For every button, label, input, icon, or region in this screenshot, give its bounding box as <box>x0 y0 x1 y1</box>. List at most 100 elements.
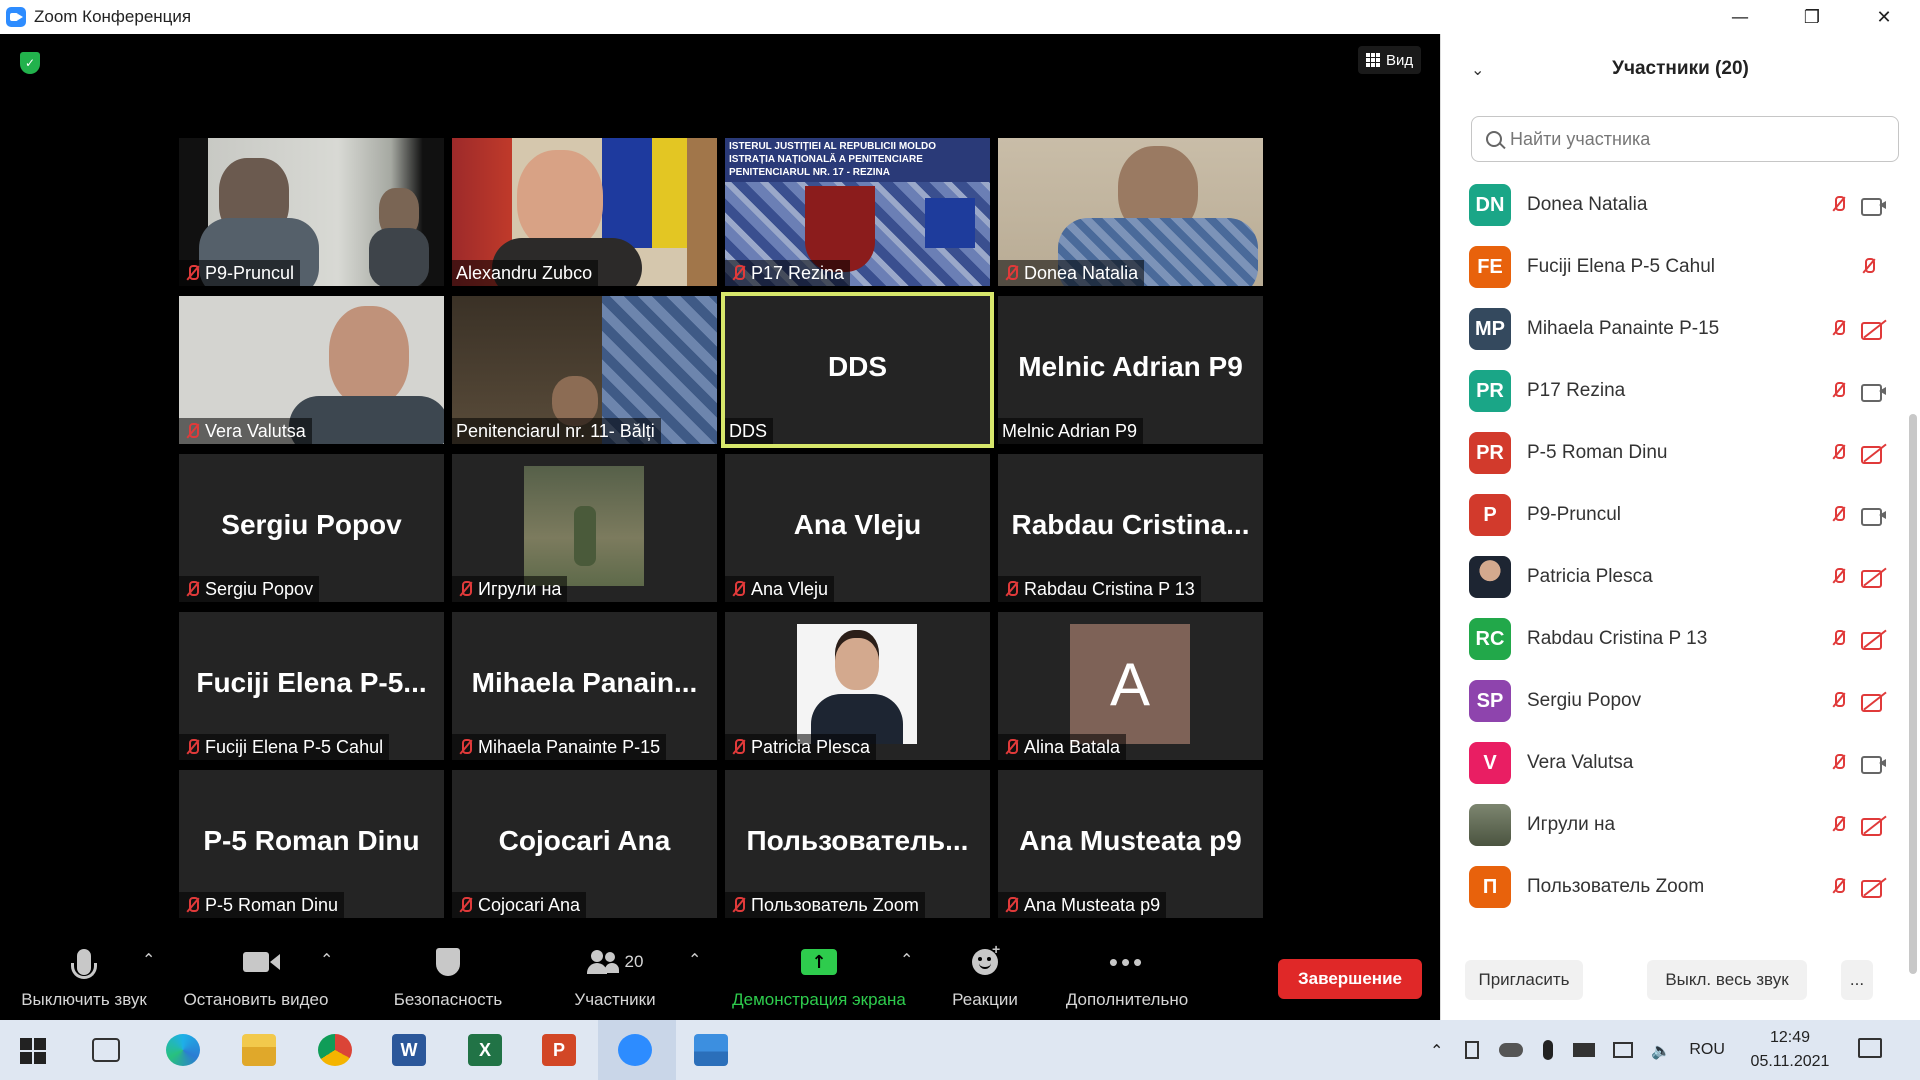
mic-muted-icon[interactable] <box>1829 380 1847 400</box>
stop-video-button[interactable]: Остановить видео <box>176 940 336 1010</box>
file-explorer-icon[interactable] <box>242 1034 276 1066</box>
video-off-icon[interactable] <box>1861 816 1887 836</box>
video-tile-melnic-adrian[interactable]: Melnic Adrian P9 Melnic Adrian P9 <box>998 296 1263 444</box>
end-meeting-button[interactable]: Завершение <box>1278 959 1422 999</box>
language-indicator[interactable]: ROU <box>1689 1041 1725 1059</box>
mic-muted-icon[interactable] <box>1829 194 1847 214</box>
mic-muted-icon[interactable] <box>1829 814 1847 834</box>
video-tile-zoom-user[interactable]: Пользователь... Пользователь Zoom <box>725 770 990 918</box>
video-off-icon[interactable] <box>1861 444 1887 464</box>
mic-muted-icon[interactable] <box>1829 752 1847 772</box>
video-camera-icon[interactable] <box>1861 506 1887 526</box>
video-off-icon[interactable] <box>1861 320 1887 340</box>
video-tile-sergiu-popov[interactable]: Sergiu Popov Sergiu Popov <box>179 454 444 602</box>
mic-muted-icon[interactable] <box>1829 628 1847 648</box>
participant-row[interactable]: Игрули на <box>1441 794 1901 856</box>
mic-muted-icon[interactable] <box>1829 318 1847 338</box>
participant-search-input[interactable] <box>1510 128 1870 150</box>
participant-row[interactable]: PR P17 Rezina <box>1441 360 1901 422</box>
window-controls: — ❐ ✕ <box>1704 0 1920 34</box>
photos-app-icon[interactable] <box>694 1034 728 1066</box>
notifications-icon[interactable] <box>1858 1038 1882 1058</box>
panel-more-button[interactable]: ... <box>1841 960 1873 1000</box>
video-tile-p17-rezina[interactable]: ISTERUL JUSTIȚIEI AL REPUBLICII MOLDO IS… <box>725 138 990 286</box>
collapse-chevron-icon[interactable]: ⌄ <box>1471 60 1484 79</box>
participant-row[interactable]: П Пользователь Zoom <box>1441 856 1901 918</box>
reactions-button[interactable]: + Реакции <box>940 940 1030 1010</box>
video-options-caret-icon[interactable]: ⌃ <box>320 950 333 969</box>
task-view-icon[interactable] <box>92 1038 120 1062</box>
security-shield-icon[interactable]: ✓ <box>20 52 40 74</box>
video-tile-donea-natalia[interactable]: Donea Natalia <box>998 138 1263 286</box>
participant-row[interactable]: RC Rabdau Cristina P 13 <box>1441 608 1901 670</box>
excel-app-icon[interactable]: X <box>468 1034 502 1066</box>
zoom-app-icon[interactable] <box>618 1034 652 1066</box>
video-tile-alexandru-zubco[interactable]: Alexandru Zubco <box>452 138 717 286</box>
security-button[interactable]: Безопасность <box>386 940 510 1010</box>
taskbar-clock[interactable]: 12:49 05.11.2021 <box>1745 1026 1835 1074</box>
video-off-icon[interactable] <box>1861 692 1887 712</box>
invite-button[interactable]: Пригласить <box>1465 960 1583 1000</box>
video-tile-cojocari-ana[interactable]: Cojocari Ana Cojocari Ana <box>452 770 717 918</box>
video-tile-vera-valutsa[interactable]: Vera Valutsa <box>179 296 444 444</box>
participant-row[interactable]: Patricia Plesca <box>1441 546 1901 608</box>
participant-row[interactable]: MP Mihaela Panainte P-15 <box>1441 298 1901 360</box>
video-camera-icon[interactable] <box>1861 754 1887 774</box>
volume-icon[interactable]: 🔈 <box>1651 1041 1671 1060</box>
audio-options-caret-icon[interactable]: ⌃ <box>142 950 155 969</box>
participant-list-scrollbar[interactable] <box>1909 414 1917 974</box>
mic-muted-icon[interactable] <box>1829 504 1847 524</box>
minimize-button[interactable]: — <box>1704 0 1776 34</box>
mic-muted-icon[interactable] <box>1829 442 1847 462</box>
video-tile-patricia-plesca[interactable]: Patricia Plesca <box>725 612 990 760</box>
video-tile-ana-vleju[interactable]: Ana Vleju Ana Vleju <box>725 454 990 602</box>
video-off-icon[interactable] <box>1861 568 1887 588</box>
video-off-icon[interactable] <box>1861 878 1887 898</box>
share-screen-button[interactable]: ↑ Демонстрация экрана <box>724 940 914 1010</box>
edge-browser-icon[interactable] <box>166 1034 200 1066</box>
video-tile-dds-active-speaker[interactable]: DDS DDS <box>721 292 994 448</box>
meet-now-icon[interactable] <box>1465 1041 1480 1059</box>
onedrive-cloud-icon[interactable] <box>1499 1043 1524 1057</box>
restore-button[interactable]: ❐ <box>1776 0 1848 34</box>
video-tile-p9-pruncul[interactable]: P9-Pruncul <box>179 138 444 286</box>
more-button[interactable]: ••• Дополнительно <box>1052 940 1202 1010</box>
video-off-icon[interactable] <box>1861 630 1887 650</box>
participant-row[interactable]: P P9-Pruncul <box>1441 484 1901 546</box>
participant-row[interactable]: FE Fuciji Elena P-5 Cahul <box>1441 236 1901 298</box>
network-icon[interactable] <box>1613 1042 1634 1058</box>
video-tile-rabdau-cristina[interactable]: Rabdau Cristina... Rabdau Cristina P 13 <box>998 454 1263 602</box>
word-app-icon[interactable]: W <box>392 1034 426 1066</box>
video-tile-mihaela-panainte[interactable]: Mihaela Panain... Mihaela Panainte P-15 <box>452 612 717 760</box>
participant-search[interactable] <box>1471 116 1899 162</box>
participants-options-caret-icon[interactable]: ⌃ <box>688 950 701 969</box>
mic-muted-icon[interactable] <box>1859 256 1877 276</box>
mic-muted-icon[interactable] <box>1829 690 1847 710</box>
battery-icon[interactable] <box>1573 1043 1596 1057</box>
powerpoint-app-icon[interactable]: P <box>542 1034 576 1066</box>
participant-row[interactable]: PR P-5 Roman Dinu <box>1441 422 1901 484</box>
video-tile-fuciji-elena[interactable]: Fuciji Elena P-5... Fuciji Elena P-5 Cah… <box>179 612 444 760</box>
close-button[interactable]: ✕ <box>1848 0 1920 34</box>
chrome-browser-icon[interactable] <box>318 1034 352 1066</box>
video-tile-alina-batala[interactable]: A Alina Batala <box>998 612 1263 760</box>
mute-button[interactable]: Выключить звук <box>14 940 154 1010</box>
participant-row[interactable]: SP Sergiu Popov <box>1441 670 1901 732</box>
video-tile-p5-roman-dinu[interactable]: P-5 Roman Dinu P-5 Roman Dinu <box>179 770 444 918</box>
mute-all-button[interactable]: Выкл. весь звук <box>1647 960 1807 1000</box>
participant-row[interactable]: DN Donea Natalia <box>1441 174 1901 236</box>
mic-muted-icon[interactable] <box>1829 566 1847 586</box>
participants-button[interactable]: 20 Участники <box>560 940 670 1010</box>
video-tile-penitenciarul-11-balti[interactable]: Penitenciarul nr. 11- Bălți <box>452 296 717 444</box>
participant-row[interactable]: V Vera Valutsa <box>1441 732 1901 794</box>
windows-start-icon[interactable] <box>20 1038 46 1064</box>
video-tile-igruli-na[interactable]: Игрули на <box>452 454 717 602</box>
share-options-caret-icon[interactable]: ⌃ <box>900 950 913 969</box>
video-camera-icon[interactable] <box>1861 382 1887 402</box>
view-button[interactable]: Вид <box>1358 46 1422 74</box>
microphone-tray-icon[interactable] <box>1543 1040 1554 1060</box>
video-camera-icon[interactable] <box>1861 196 1887 216</box>
show-hidden-icons-chevron-icon[interactable]: ⌃ <box>1430 1041 1443 1060</box>
mic-muted-icon[interactable] <box>1829 876 1847 896</box>
video-tile-ana-musteata[interactable]: Ana Musteata p9 Ana Musteata p9 <box>998 770 1263 918</box>
